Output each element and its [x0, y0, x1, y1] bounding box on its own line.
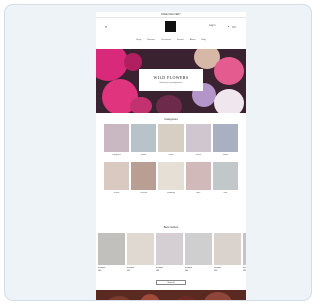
product-image: [243, 233, 246, 265]
category-label: Vases: [222, 154, 229, 156]
product-card[interactable]: Bouquet £45: [98, 233, 125, 272]
product-image: [214, 233, 241, 265]
nav-item[interactable]: Flowers: [147, 38, 155, 43]
category-tile[interactable]: Sale: [212, 162, 238, 194]
category-image: [131, 124, 157, 152]
category-label: Peonies: [140, 192, 148, 194]
category-label: Plants: [195, 154, 201, 156]
site-header: ⌕ Log in ◔ ▭: [96, 18, 246, 38]
category-image: [212, 162, 238, 190]
website-preview[interactable]: FREE DELIVERY ⌕ Log in ◔ ▭ Shop Flowers …: [96, 12, 246, 300]
product-name: Bouquet: [156, 267, 164, 269]
category-tile[interactable]: Boxes: [131, 124, 157, 156]
products-heading: Best sellers: [163, 225, 179, 229]
product-name: Bouquet: [98, 267, 106, 269]
product-card[interactable]: Bouquet£35: [243, 233, 246, 272]
nav-item[interactable]: Occasions: [161, 38, 171, 43]
product-image: [127, 233, 154, 265]
categories-heading: Categories: [164, 117, 178, 121]
product-price: £35: [243, 270, 246, 272]
category-label: Roses: [113, 192, 120, 194]
hero-banner: WILD FLOWERS Seasonal arrangements: [96, 49, 246, 113]
product-card[interactable]: Bouquet £60: [185, 233, 212, 272]
category-label: Bouquets: [112, 154, 121, 156]
category-tile[interactable]: Wedding: [158, 162, 184, 194]
nav-item[interactable]: Blog: [202, 38, 206, 43]
nav-item[interactable]: Shop: [136, 38, 141, 43]
search-icon[interactable]: ⌕: [105, 25, 107, 29]
category-label: Gifts: [196, 192, 201, 194]
category-image: [104, 162, 130, 190]
product-carousel[interactable]: Bouquet £45 Bouquet £55 Bouquet £40 Bouquet £60…: [98, 233, 246, 272]
category-image: [104, 124, 130, 152]
product-name: Bouquet: [243, 267, 246, 269]
category-tile[interactable]: Peonies: [131, 162, 157, 194]
category-label: Wedding: [167, 192, 175, 194]
category-tile[interactable]: Dried: [158, 124, 184, 156]
category-image: [158, 162, 184, 190]
main-nav: Shop Flowers Occasions Events About Blog: [96, 38, 246, 43]
categories-grid: Bouquets Boxes Dried Plants Vases Roses Peonie…: [104, 124, 238, 194]
category-image: [212, 124, 238, 152]
product-price: £55: [127, 270, 131, 272]
category-label: Sale: [223, 192, 228, 194]
product-card[interactable]: Bouquet £55: [127, 233, 154, 272]
product-name: Bouquet: [185, 267, 193, 269]
category-label: Dried: [168, 154, 174, 156]
product-card[interactable]: Bouquet £50: [214, 233, 241, 272]
view-all-button[interactable]: View all: [156, 280, 186, 285]
category-image: [131, 162, 157, 190]
user-icon[interactable]: ◔: [227, 25, 229, 29]
hero-subtitle: Seasonal arrangements: [159, 82, 183, 84]
product-name: Bouquet: [127, 267, 135, 269]
category-image: [185, 162, 211, 190]
category-image: [158, 124, 184, 152]
category-image: [185, 124, 211, 152]
footer-banner: [96, 290, 246, 300]
hero-text-box[interactable]: WILD FLOWERS Seasonal arrangements: [139, 69, 203, 91]
product-image: [156, 233, 183, 265]
category-label: Boxes: [141, 154, 147, 156]
product-image: [185, 233, 212, 265]
category-tile[interactable]: Roses: [104, 162, 130, 194]
product-price: £60: [185, 270, 189, 272]
cart-icon[interactable]: ▭: [232, 25, 236, 29]
category-tile[interactable]: Gifts: [185, 162, 211, 194]
product-name: Bouquet: [214, 267, 222, 269]
product-price: £50: [214, 270, 218, 272]
site-logo[interactable]: [165, 21, 176, 32]
product-image: [98, 233, 125, 265]
account-link[interactable]: Log in: [209, 24, 216, 27]
product-price: £45: [98, 270, 102, 272]
category-tile[interactable]: Plants: [185, 124, 211, 156]
product-price: £40: [156, 270, 160, 272]
nav-item[interactable]: About: [190, 38, 196, 43]
preview-frame: FREE DELIVERY ⌕ Log in ◔ ▭ Shop Flowers …: [4, 4, 312, 301]
product-card[interactable]: Bouquet £40: [156, 233, 183, 272]
category-tile[interactable]: Bouquets: [104, 124, 130, 156]
nav-item[interactable]: Events: [177, 38, 184, 43]
category-tile[interactable]: Vases: [212, 124, 238, 156]
hero-title: WILD FLOWERS: [153, 75, 189, 80]
